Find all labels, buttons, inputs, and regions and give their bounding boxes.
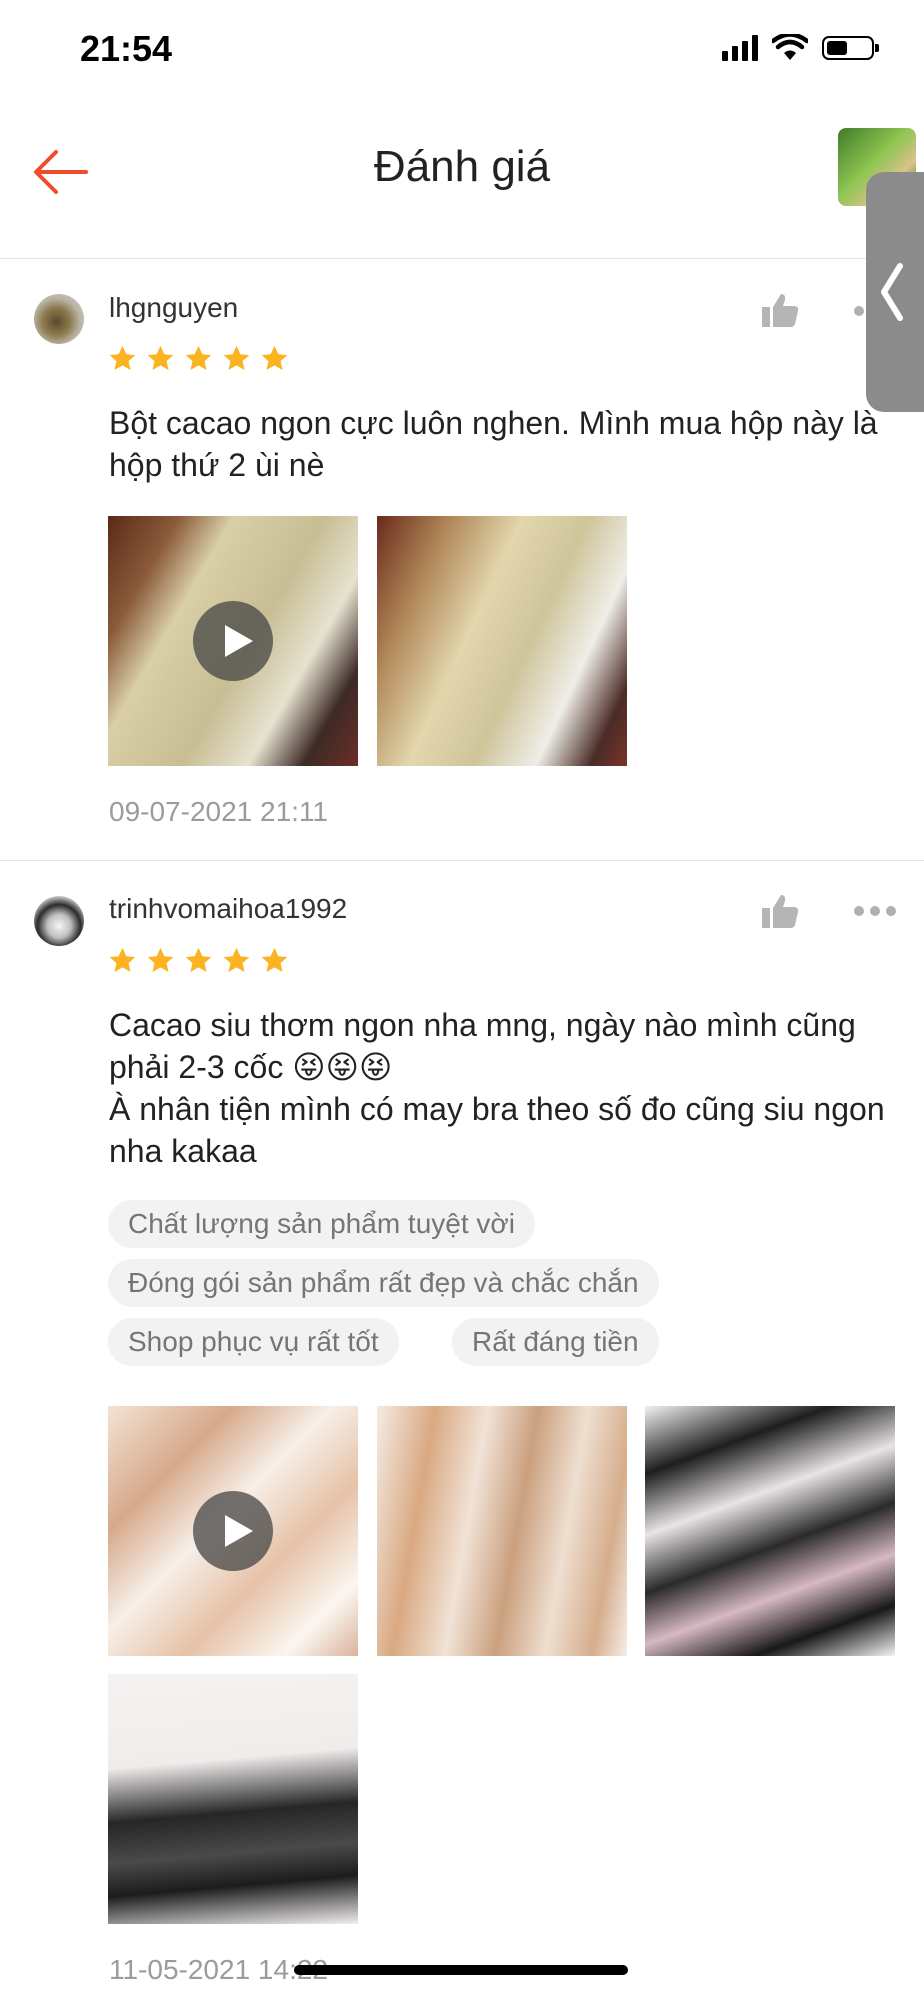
- review-text: Bột cacao ngon cực luôn nghen. Mình mua …: [109, 405, 878, 483]
- home-indicator[interactable]: [294, 1965, 628, 1975]
- status-icons: [722, 34, 879, 62]
- review-tag: Chất lượng sản phẩm tuyệt vời: [108, 1200, 535, 1248]
- more-options-icon[interactable]: [852, 901, 898, 921]
- star-icon: [147, 345, 174, 370]
- review-photo[interactable]: [377, 1406, 627, 1656]
- review-tag: Đóng gói sản phẩm rất đẹp và chắc chắn: [108, 1259, 659, 1307]
- battery-icon: [822, 36, 879, 60]
- review-tag: Shop phục vụ rất tốt: [108, 1318, 399, 1366]
- avatar[interactable]: [34, 896, 84, 946]
- review-photo[interactable]: [108, 1674, 358, 1924]
- status-bar: 21:54: [0, 0, 924, 100]
- wifi-icon: [772, 34, 808, 60]
- review-text: Cacao siu thơm ngon nha mng, ngày nào mì…: [109, 1007, 885, 1169]
- cellular-signal-icon: [722, 35, 758, 61]
- avatar[interactable]: [34, 294, 84, 344]
- battery-level: [827, 41, 847, 55]
- star-icon: [109, 345, 136, 370]
- divider: [0, 860, 924, 861]
- more-options-icon[interactable]: [852, 301, 898, 321]
- play-icon: [193, 601, 273, 681]
- page-title: Đánh giá: [373, 142, 551, 191]
- nav-header: Đánh giá: [0, 100, 924, 259]
- star-icon: [223, 345, 250, 370]
- review-date: 09-07-2021 21:11: [109, 796, 328, 827]
- play-icon: [193, 1491, 273, 1571]
- star-rating: [108, 946, 289, 975]
- review-photo[interactable]: [645, 1406, 895, 1656]
- star-icon: [223, 947, 250, 972]
- status-time: 21:54: [80, 28, 173, 69]
- review-tag: Rất đáng tiền: [452, 1318, 659, 1366]
- review-video[interactable]: [108, 1406, 358, 1656]
- star-rating: [108, 344, 289, 373]
- thumbs-up-icon[interactable]: [760, 290, 800, 330]
- review-photo[interactable]: [377, 516, 627, 766]
- thumbs-up-icon[interactable]: [760, 891, 800, 931]
- review-video[interactable]: [108, 516, 358, 766]
- star-icon: [147, 947, 174, 972]
- star-icon: [109, 947, 136, 972]
- side-drawer-tab[interactable]: [866, 172, 924, 412]
- star-icon: [261, 345, 288, 370]
- star-icon: [185, 947, 212, 972]
- username: trinhvomaihoa1992: [109, 893, 348, 924]
- star-icon: [261, 947, 288, 972]
- star-icon: [185, 345, 212, 370]
- username: lhgnguyen: [109, 292, 239, 323]
